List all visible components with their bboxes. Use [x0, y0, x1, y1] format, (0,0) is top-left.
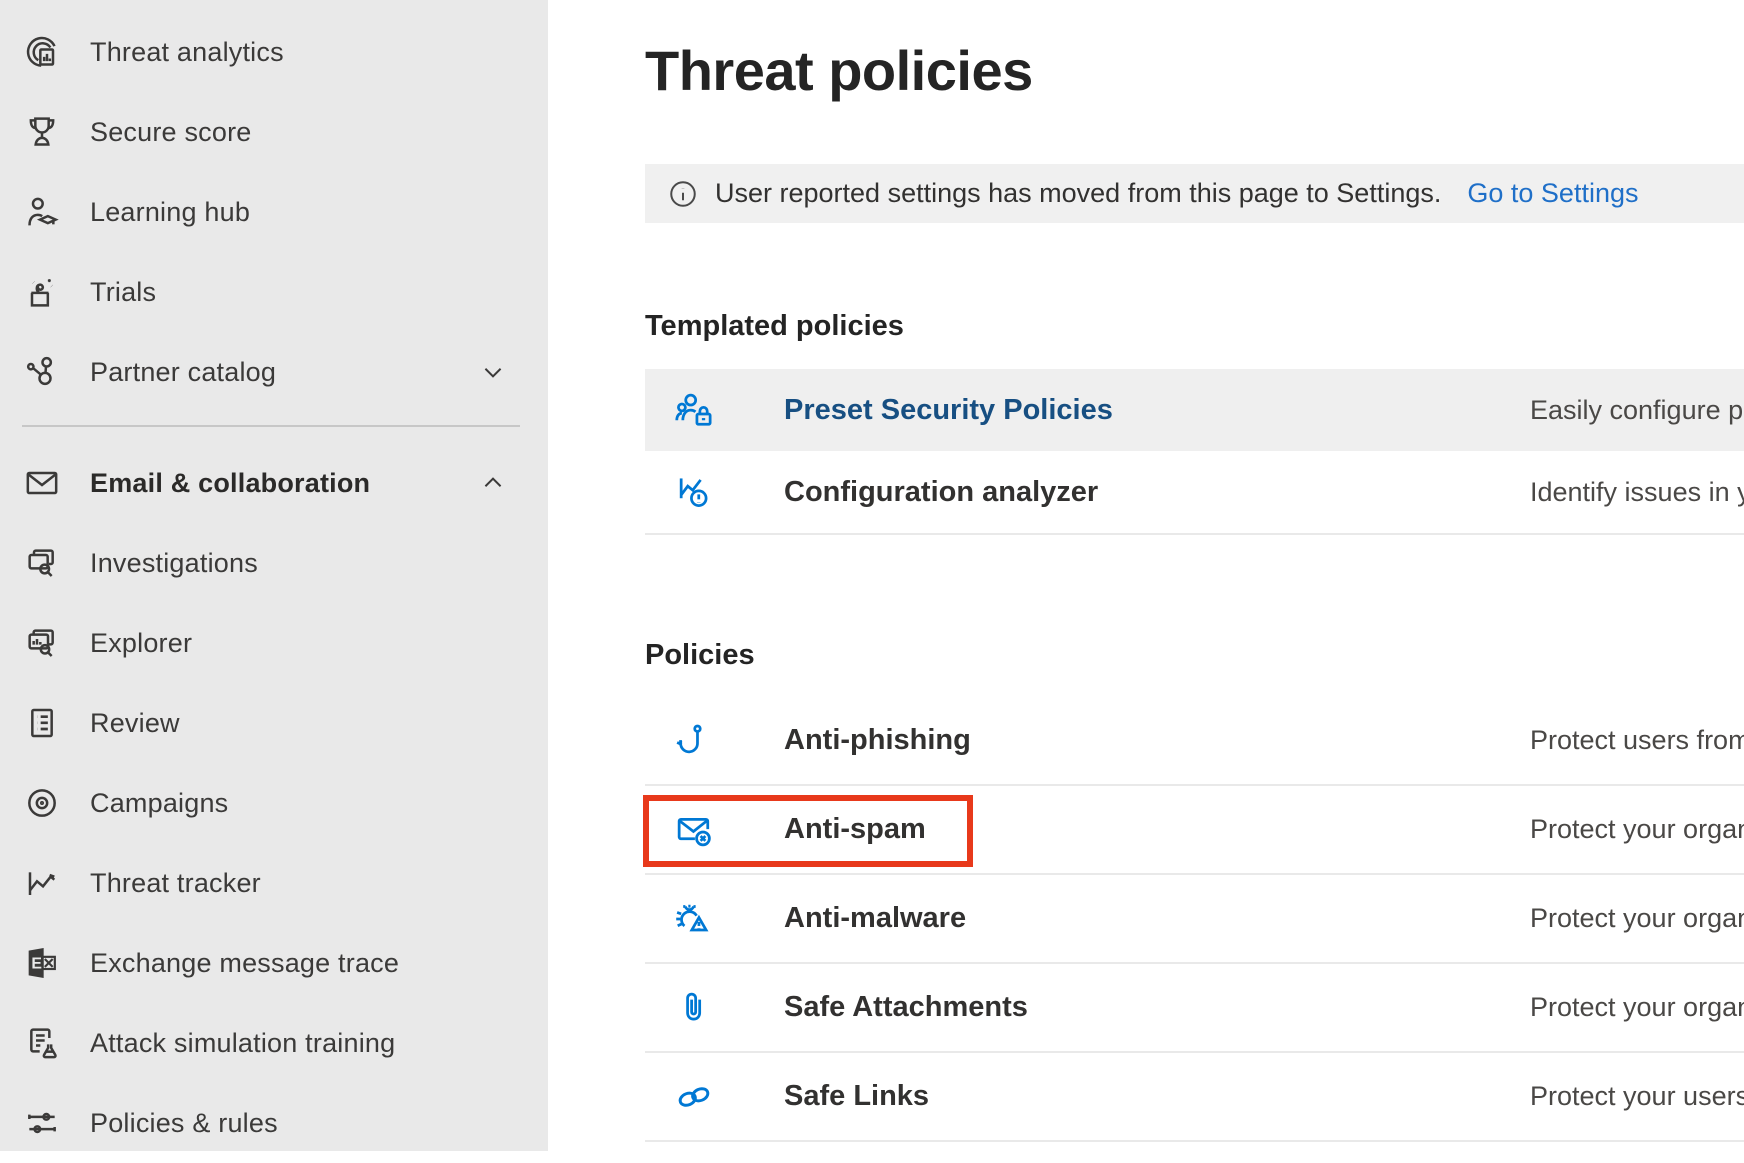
- row-icon-cell: [645, 986, 784, 1030]
- policy-link[interactable]: Preset Security Policies: [784, 394, 1530, 427]
- info-icon: [668, 179, 698, 209]
- sidebar-item-learning-hub[interactable]: Learning hub: [0, 172, 548, 252]
- row-icon-cell: [645, 1075, 784, 1119]
- policy-description: Identify issues in you: [1530, 477, 1744, 508]
- policy-description: Protect your organiz: [1530, 814, 1744, 845]
- sidebar-item-secure-score[interactable]: Secure score: [0, 92, 548, 172]
- sidebar-divider: [22, 425, 520, 427]
- chevron-up-icon[interactable]: [480, 470, 506, 496]
- sidebar-item-label: Trials: [90, 277, 156, 308]
- sidebar-item-label: Campaigns: [90, 788, 228, 819]
- policies-heading: Policies: [645, 639, 1744, 672]
- anti-spam-row[interactable]: Anti-spam Protect your organiz: [645, 786, 1744, 875]
- sidebar-item-label: Exchange message trace: [90, 948, 399, 979]
- sidebar-item-threat-tracker[interactable]: Threat tracker: [0, 843, 548, 923]
- sidebar-item-email-collaboration[interactable]: Email & collaboration: [0, 443, 548, 523]
- learning-hub-icon: [22, 192, 62, 232]
- sidebar-item-label: Attack simulation training: [90, 1028, 395, 1059]
- attack-simulation-icon: [22, 1023, 62, 1063]
- sidebar-item-attack-simulation-training[interactable]: Attack simulation training: [0, 1003, 548, 1083]
- svg-text:E: E: [31, 956, 42, 973]
- threat-analytics-icon: [22, 32, 62, 72]
- trophy-icon: [22, 112, 62, 152]
- sidebar-item-review[interactable]: Review: [0, 683, 548, 763]
- partner-catalog-icon: [22, 352, 62, 392]
- sliders-icon: [22, 1103, 62, 1143]
- trials-icon: [22, 272, 62, 312]
- policy-description: Protect users from p: [1530, 725, 1744, 756]
- row-icon-cell: [645, 388, 784, 432]
- sidebar-item-investigations[interactable]: Investigations: [0, 523, 548, 603]
- policy-link[interactable]: Safe Attachments: [784, 991, 1530, 1024]
- anti-malware-row[interactable]: Anti-malware Protect your organiz: [645, 875, 1744, 964]
- preset-security-policies-row[interactable]: Preset Security Policies Easily configur…: [645, 369, 1744, 451]
- row-icon-cell: [645, 897, 784, 941]
- sidebar-item-exchange-message-trace[interactable]: E Exchange message trace: [0, 923, 548, 1003]
- email-icon: [22, 463, 62, 503]
- policy-link[interactable]: Anti-phishing: [784, 724, 1530, 757]
- configuration-analyzer-row[interactable]: Configuration analyzer Identify issues i…: [645, 451, 1744, 535]
- sidebar-item-label: Email & collaboration: [90, 468, 370, 499]
- preset-security-policies-icon: [672, 388, 716, 432]
- anti-malware-icon: [672, 897, 716, 941]
- policies-list: Anti-phishing Protect users from p Anti-…: [645, 697, 1744, 1142]
- exchange-icon: E: [22, 943, 62, 983]
- investigations-icon: [22, 543, 62, 583]
- policy-description: Protect your users fr: [1530, 1081, 1744, 1112]
- go-to-settings-link[interactable]: Go to Settings: [1467, 178, 1638, 209]
- policy-description: Protect your organiz: [1530, 903, 1744, 934]
- sidebar-item-trials[interactable]: Trials: [0, 252, 548, 332]
- safe-links-icon: [672, 1075, 716, 1119]
- policy-link[interactable]: Anti-malware: [784, 902, 1530, 935]
- sidebar-item-label: Policies & rules: [90, 1108, 278, 1139]
- sidebar-item-label: Learning hub: [90, 197, 250, 228]
- anti-phishing-row[interactable]: Anti-phishing Protect users from p: [645, 697, 1744, 786]
- banner-message: User reported settings has moved from th…: [715, 178, 1441, 209]
- safe-attachments-icon: [672, 986, 716, 1030]
- row-icon-cell: [645, 808, 784, 852]
- anti-phishing-icon: [672, 719, 716, 763]
- sidebar-item-label: Review: [90, 708, 180, 739]
- sidebar: Threat analytics Secure score Learning h…: [0, 0, 548, 1151]
- sidebar-item-campaigns[interactable]: Campaigns: [0, 763, 548, 843]
- sidebar-item-label: Partner catalog: [90, 357, 276, 388]
- sidebar-item-policies-rules[interactable]: Policies & rules: [0, 1083, 548, 1163]
- sidebar-item-explorer[interactable]: Explorer: [0, 603, 548, 683]
- page-title: Threat policies: [645, 38, 1744, 104]
- safe-attachments-row[interactable]: Safe Attachments Protect your organiz: [645, 964, 1744, 1053]
- main-content: Threat policies User reported settings h…: [548, 0, 1744, 1151]
- templated-policies-list: Preset Security Policies Easily configur…: [645, 369, 1744, 535]
- review-icon: [22, 703, 62, 743]
- sidebar-item-label: Threat tracker: [90, 868, 261, 899]
- row-icon-cell: [645, 719, 784, 763]
- chevron-down-icon[interactable]: [480, 359, 506, 385]
- anti-spam-icon: [672, 808, 716, 852]
- explorer-icon: [22, 623, 62, 663]
- sidebar-item-threat-analytics[interactable]: Threat analytics: [0, 12, 548, 92]
- sidebar-item-label: Explorer: [90, 628, 192, 659]
- safe-links-row[interactable]: Safe Links Protect your users fr: [645, 1053, 1744, 1142]
- templated-policies-heading: Templated policies: [645, 310, 1744, 343]
- info-banner: User reported settings has moved from th…: [645, 164, 1744, 223]
- sidebar-item-label: Threat analytics: [90, 37, 284, 68]
- sidebar-item-label: Secure score: [90, 117, 251, 148]
- campaigns-icon: [22, 783, 62, 823]
- policy-link[interactable]: Anti-spam: [784, 813, 1530, 846]
- threat-tracker-icon: [22, 863, 62, 903]
- row-icon-cell: [645, 470, 784, 514]
- policy-link[interactable]: Safe Links: [784, 1080, 1530, 1113]
- policy-description: Easily configure prot: [1530, 395, 1744, 426]
- policy-link[interactable]: Configuration analyzer: [784, 476, 1530, 509]
- policy-description: Protect your organiz: [1530, 992, 1744, 1023]
- sidebar-item-label: Investigations: [90, 548, 258, 579]
- configuration-analyzer-icon: [672, 470, 716, 514]
- sidebar-item-partner-catalog[interactable]: Partner catalog: [0, 332, 548, 412]
